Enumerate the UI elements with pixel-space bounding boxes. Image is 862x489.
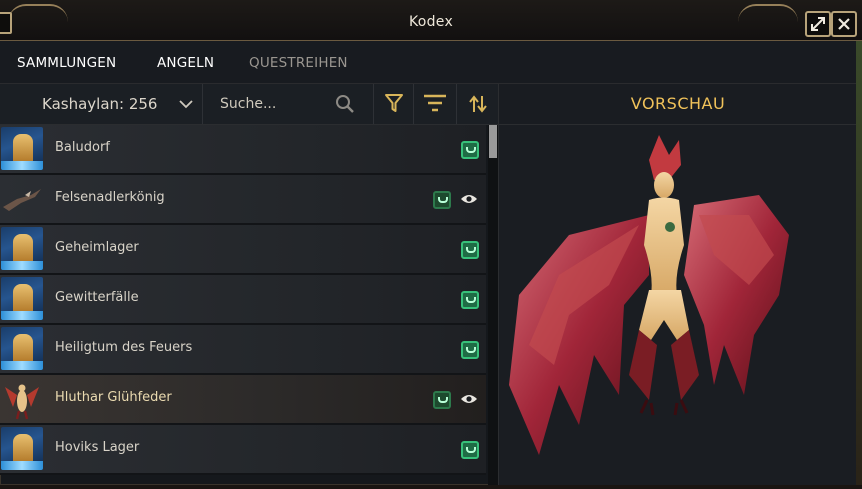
resize-button[interactable] xyxy=(805,11,831,37)
collected-badge-icon xyxy=(461,241,479,259)
creature-thumbnail xyxy=(3,189,41,211)
preview-header: VORSCHAU xyxy=(498,84,857,125)
location-thumbnail xyxy=(1,227,43,270)
sort-lines-icon[interactable] xyxy=(423,92,447,114)
preview-title: VORSCHAU xyxy=(630,94,726,113)
tab-sammlungen[interactable]: SAMMLUNGEN xyxy=(17,55,116,71)
list-scrollbar-thumb[interactable] xyxy=(489,125,497,158)
toolbar-divider xyxy=(373,84,374,124)
list-item-label: Hluthar Glühfeder xyxy=(55,390,172,405)
tab-questreihen[interactable]: QUESTREIHEN xyxy=(249,55,348,71)
location-thumbnail xyxy=(1,327,43,370)
codex-window: Kodex SAMMLUNGEN ANGELN QUESTREIHEN Kash… xyxy=(0,0,862,485)
close-button[interactable] xyxy=(831,11,857,37)
list-item[interactable]: Hluthar Glühfeder xyxy=(0,375,486,425)
category-dropdown[interactable]: Kashaylan: 256 xyxy=(0,84,202,124)
title-bar[interactable]: Kodex xyxy=(0,0,862,41)
category-dropdown-label: Kashaylan: 256 xyxy=(42,95,158,113)
collected-badge-icon xyxy=(461,341,479,359)
close-icon xyxy=(838,18,850,30)
collected-badge-icon xyxy=(461,141,479,159)
location-thumbnail xyxy=(1,127,43,170)
list-item[interactable]: Hoviks Lager xyxy=(0,425,486,475)
list-item[interactable]: Geheimlager xyxy=(0,225,486,275)
list-item-label: Hoviks Lager xyxy=(55,440,140,455)
eye-icon[interactable] xyxy=(460,193,478,205)
eye-icon[interactable] xyxy=(460,393,478,405)
resize-icon xyxy=(811,17,825,31)
search-icon[interactable] xyxy=(335,94,355,114)
list-item[interactable]: Heiligtum des Feuers xyxy=(0,325,486,375)
collected-badge-icon xyxy=(461,441,479,459)
toolbar-divider xyxy=(456,84,457,124)
preview-panel[interactable] xyxy=(498,125,857,485)
tab-angeln[interactable]: ANGELN xyxy=(157,55,214,71)
list-item-label: Geheimlager xyxy=(55,240,139,255)
sort-arrows-icon[interactable] xyxy=(468,92,488,116)
collection-list[interactable]: Baludorf Felsenadlerkönig Geheimlager Ge… xyxy=(0,125,488,485)
window-frame-edge xyxy=(856,41,862,485)
list-item[interactable]: Baludorf xyxy=(0,125,486,175)
list-toolbar: Kashaylan: 256 xyxy=(0,84,498,125)
collected-badge-icon xyxy=(433,391,451,409)
harpy-model-preview xyxy=(509,135,789,455)
list-item[interactable]: Felsenadlerkönig xyxy=(0,175,486,225)
list-item[interactable]: Gewitterfälle xyxy=(0,275,486,325)
toolbar-divider xyxy=(413,84,414,124)
list-item-label: Gewitterfälle xyxy=(55,290,139,305)
creature-thumbnail xyxy=(5,384,39,420)
list-item-label: Heiligtum des Feuers xyxy=(55,340,193,355)
toolbar-divider xyxy=(202,84,203,124)
collected-badge-icon xyxy=(461,291,479,309)
chevron-down-icon xyxy=(179,100,193,109)
tab-bar: SAMMLUNGEN ANGELN QUESTREIHEN xyxy=(0,41,862,84)
filter-icon[interactable] xyxy=(384,92,404,114)
collected-badge-icon xyxy=(433,191,451,209)
list-item-label: Felsenadlerkönig xyxy=(55,190,165,205)
list-scrollbar[interactable] xyxy=(488,125,498,485)
window-title: Kodex xyxy=(408,14,454,30)
location-thumbnail xyxy=(1,277,43,320)
list-item-label: Baludorf xyxy=(55,140,110,155)
location-thumbnail xyxy=(1,427,43,470)
